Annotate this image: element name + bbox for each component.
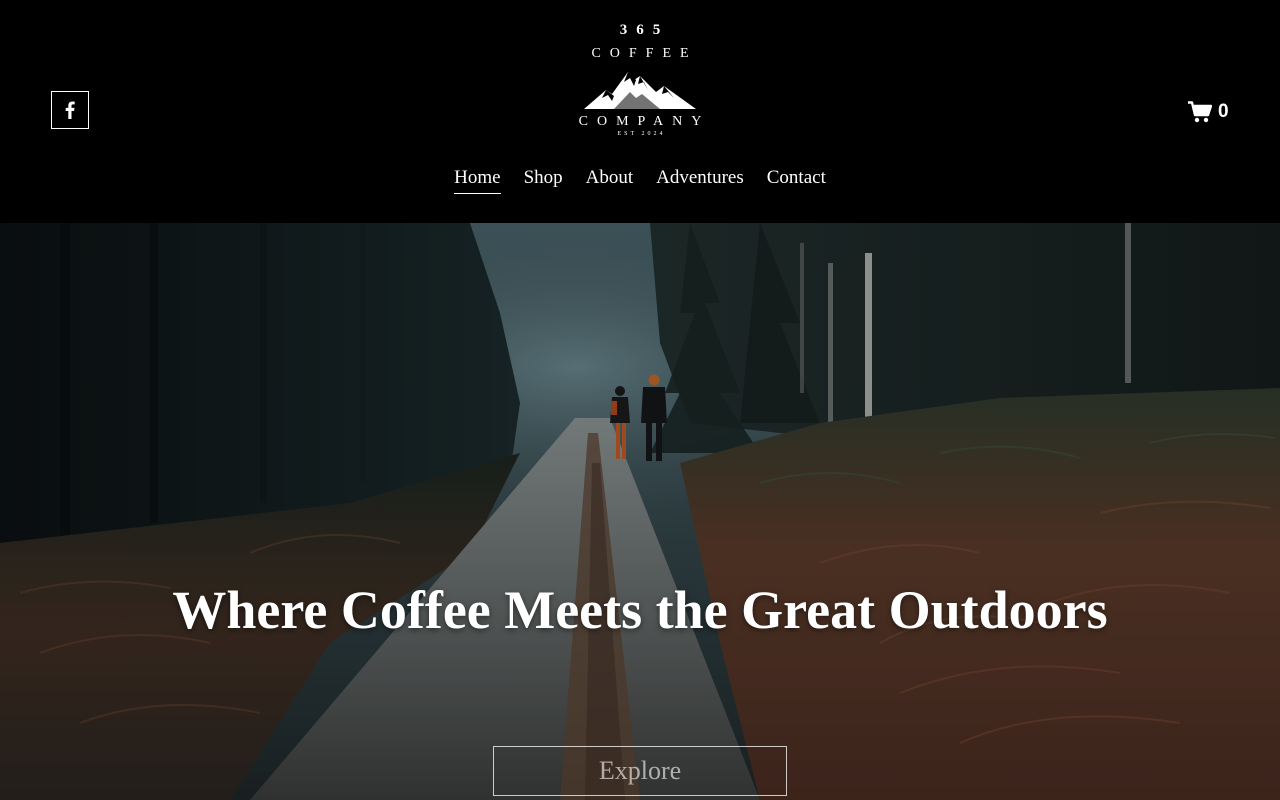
logo-line-coffee: COFFEE xyxy=(591,46,698,61)
nav-shop[interactable]: Shop xyxy=(524,167,563,194)
nav-adventures[interactable]: Adventures xyxy=(656,167,744,194)
facebook-icon xyxy=(65,101,75,119)
nav-about[interactable]: About xyxy=(586,167,634,194)
mountains-icon xyxy=(584,72,696,109)
explore-button[interactable]: Explore xyxy=(493,746,787,796)
logo-line-established: EST 2024 xyxy=(617,131,666,137)
nav-home[interactable]: Home xyxy=(454,167,501,194)
cart-count: 0 xyxy=(1218,101,1229,122)
cart-button[interactable]: 0 xyxy=(1188,98,1229,126)
cart-icon xyxy=(1188,101,1212,123)
nav-contact[interactable]: Contact xyxy=(767,167,826,194)
hero-section: Where Coffee Meets the Great Outdoors Ex… xyxy=(0,223,1280,800)
facebook-button[interactable] xyxy=(51,91,89,129)
hero-headline: Where Coffee Meets the Great Outdoors xyxy=(172,580,1108,641)
hero-image xyxy=(0,223,1280,800)
site-logo[interactable]: 365 COFFEE COMPANY EST 2024 xyxy=(552,20,728,142)
site-header: 365 COFFEE COMPANY EST 2024 0 Home Shop … xyxy=(0,0,1280,223)
logo-line-company: COMPANY xyxy=(578,114,711,129)
logo-line-number: 365 xyxy=(619,22,670,38)
main-nav: Home Shop About Adventures Contact xyxy=(0,167,1280,194)
